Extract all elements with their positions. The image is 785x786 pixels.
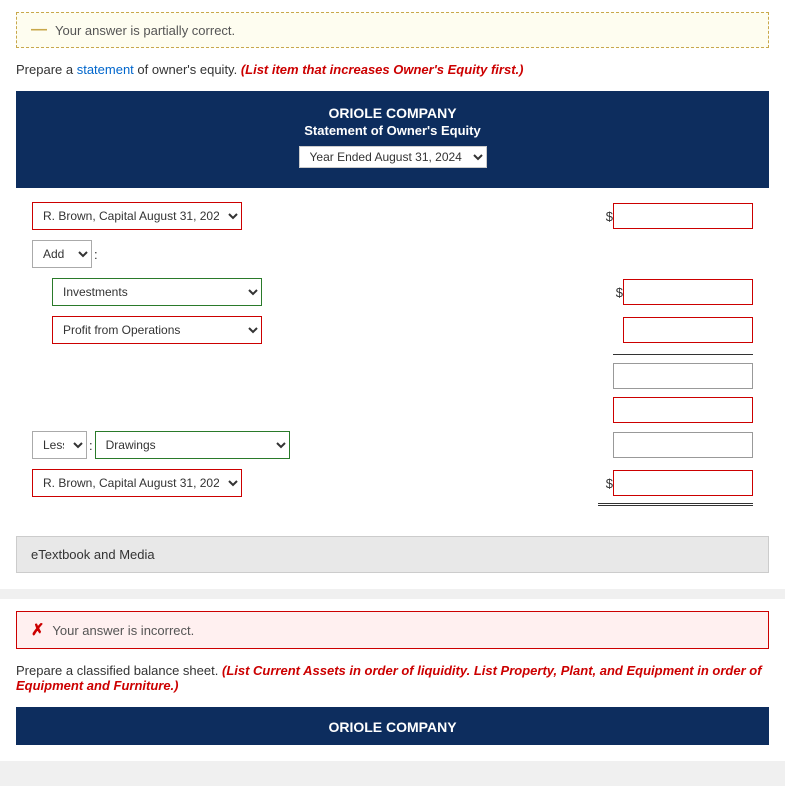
capital-end-select[interactable]: R. Brown, Capital August 31, 2024 [32,469,242,497]
dollar-sign-2: $ [616,285,623,300]
period-select[interactable]: Year Ended August 31, 2024 [299,146,487,168]
subtotal-1-row [32,363,753,389]
equity-form: R. Brown, Capital August 31, 2024 $ Add … [16,188,769,526]
profit-row: Profit from Operations [32,316,753,344]
subtotal-1-input[interactable] [613,363,753,389]
investments-select[interactable]: Investments [52,278,262,306]
profit-select[interactable]: Profit from Operations [52,316,262,344]
capital-start-input[interactable] [613,203,753,229]
less-select[interactable]: Less [32,431,87,459]
instruction-2-main: Prepare a classified balance sheet. [16,663,218,678]
profit-input[interactable] [623,317,753,343]
balance-sheet-header: ORIOLE COMPANY [16,707,769,745]
dollar-sign-3: $ [606,476,613,491]
dollar-sign-1: $ [606,209,613,224]
less-drawings-row: Less : Drawings [32,431,753,459]
statement-header: ORIOLE COMPANY Statement of Owner's Equi… [16,91,769,188]
x-icon: ✗ [31,620,44,640]
incorrect-text: Your answer is incorrect. [52,623,194,638]
instruction-highlight: (List item that increases Owner's Equity… [241,62,524,77]
capital-end-row: R. Brown, Capital August 31, 2024 $ [32,469,753,497]
subtotal-2-row [32,397,753,423]
colon-1: : [94,247,98,262]
instruction-2-text: Prepare a classified balance sheet. (Lis… [16,663,769,693]
capital-start-row: R. Brown, Capital August 31, 2024 $ [32,202,753,230]
drawings-select[interactable]: Drawings [95,431,290,459]
incorrect-alert: ✗ Your answer is incorrect. [16,611,769,649]
etextbook-bar: eTextbook and Media [16,536,769,573]
subtotal-2-input[interactable] [613,397,753,423]
capital-end-input[interactable] [613,470,753,496]
instruction-text: Prepare a statement of owner's equity. (… [16,62,769,77]
statement-title: Statement of Owner's Equity [32,123,753,138]
statement-link[interactable]: statement [77,62,134,77]
add-row: Add : [32,240,753,268]
add-select[interactable]: Add [32,240,92,268]
company-name-2: ORIOLE COMPANY [32,719,753,735]
dash-icon: — [31,21,47,39]
investments-row: Investments $ [32,278,753,306]
company-name: ORIOLE COMPANY [32,105,753,121]
capital-start-select[interactable]: R. Brown, Capital August 31, 2024 [32,202,242,230]
etextbook-label: eTextbook [31,547,94,562]
drawings-input[interactable] [613,432,753,458]
partial-correct-text: Your answer is partially correct. [55,23,235,38]
partial-correct-alert: — Your answer is partially correct. [16,12,769,48]
investments-input[interactable] [623,279,753,305]
etextbook-media: Media [119,547,154,562]
colon-2: : [89,438,93,453]
